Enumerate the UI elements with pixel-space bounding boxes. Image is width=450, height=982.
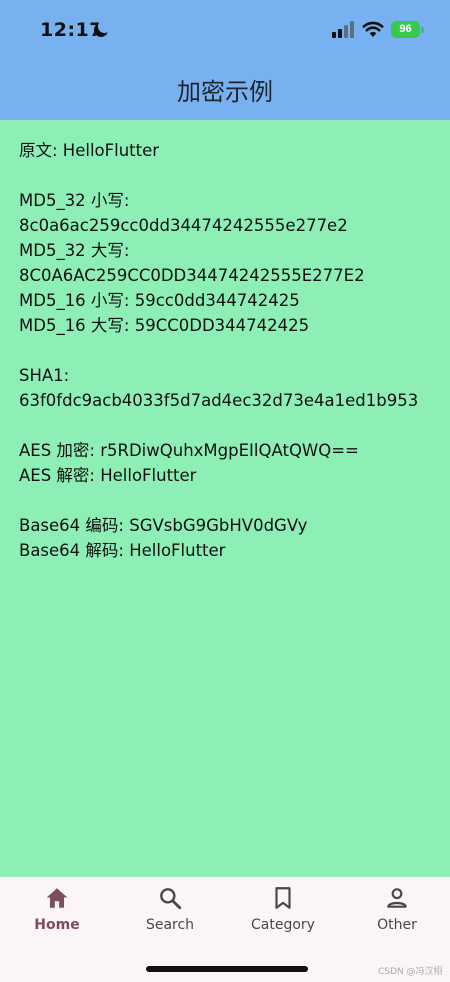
battery-icon: 96 xyxy=(391,21,424,38)
nav-label-other: Other xyxy=(377,917,417,933)
result-text: 原文: HelloFlutter MD5_32 小写: 8c0a6ac259cc0d… xyxy=(19,138,439,563)
nav-item-other[interactable]: Other xyxy=(341,885,450,945)
content-line: Base64 解码: HelloFlutter xyxy=(19,541,226,560)
app-bar: 12:17 96 加密示例 xyxy=(0,0,450,120)
nav-item-category[interactable]: Category xyxy=(227,885,339,945)
wifi-icon xyxy=(362,21,384,37)
content-line: SHA1: xyxy=(19,366,70,385)
content-line: MD5_16 小写: 59cc0dd344742425 xyxy=(19,291,300,310)
nav-item-home[interactable]: Home xyxy=(1,885,113,945)
nav-label-category: Category xyxy=(251,917,315,933)
cellular-signal-icon xyxy=(332,21,354,38)
nav-label-home: Home xyxy=(34,917,80,933)
content-line: AES 解密: HelloFlutter xyxy=(19,466,197,485)
nav-item-search[interactable]: Search xyxy=(114,885,226,945)
moon-icon xyxy=(94,20,111,37)
content-line: MD5_32 大写: xyxy=(19,241,130,260)
home-icon xyxy=(46,888,68,908)
content-line: MD5_16 大写: 59CC0DD344742425 xyxy=(19,316,310,335)
content-line: 原文: HelloFlutter xyxy=(19,141,160,160)
content-line: 8c0a6ac259cc0dd34474242555e277e2 xyxy=(19,216,348,235)
content-line: 63f0fdc9acb4033f5d7ad4ec32d73e4a1ed1b953 xyxy=(19,391,419,410)
content-line: AES 加密: r5RDiwQuhxMgpEIlQAtQWQ== xyxy=(19,441,359,460)
battery-level: 96 xyxy=(391,21,420,38)
home-indicator xyxy=(146,966,308,972)
nav-label-search: Search xyxy=(145,917,195,933)
content-line: MD5_32 小写: xyxy=(19,191,130,210)
bookmark-icon xyxy=(275,887,291,909)
watermark: CSDN @冯汉栩 xyxy=(378,967,443,977)
content-line: 8C0A6AC259CC0DD34474242555E277E2 xyxy=(19,266,365,285)
search-icon xyxy=(160,888,182,910)
page-title: 加密示例 xyxy=(177,78,273,106)
person-icon xyxy=(387,888,407,908)
content-line: Base64 编码: SGVsbG9GbHV0dGVy xyxy=(19,516,308,535)
status-bar: 12:17 96 xyxy=(0,0,450,60)
